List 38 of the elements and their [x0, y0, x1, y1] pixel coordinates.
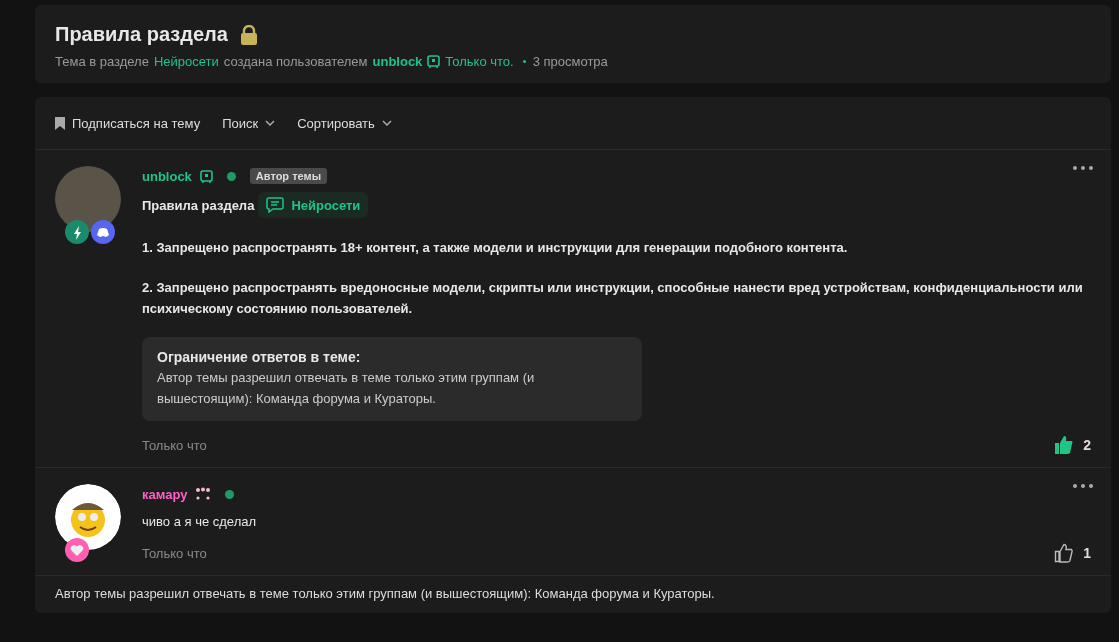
post-text: чиво а я че сделал [142, 514, 258, 529]
post-time: Только что [142, 437, 207, 453]
dropdown-button[interactable]: Сортировать [297, 115, 392, 131]
notice-title: Ограничение ответов в теме: [157, 349, 362, 365]
section-link[interactable]: Нейросети [153, 54, 219, 69]
meta-text: Тема в разделе [55, 54, 149, 69]
dropdown-button[interactable]: Поиск [222, 115, 276, 131]
like-count: 2 [1083, 437, 1091, 453]
robot-icon [199, 168, 213, 184]
username-link[interactable]: unblock [142, 168, 192, 184]
views-count: 3 просмотра [532, 54, 608, 69]
author-link[interactable]: unblock [372, 54, 423, 69]
thumbs-up-outline-icon[interactable] [1054, 543, 1075, 563]
notice-text: Автор темы разрешил отвечать в теме только этим группам (и вышестоящим): Команда форума и Кураторы. [157, 369, 536, 408]
dots-icon [195, 487, 212, 501]
bookmark-icon [55, 116, 65, 130]
smiley-avatar-icon[interactable] [55, 484, 121, 550]
chevron-down-icon [265, 120, 276, 126]
page-title: Правила раздела [55, 23, 228, 46]
time-link[interactable]: Только что. [445, 54, 514, 69]
chat-icon [266, 197, 285, 213]
reply-restriction-note: Автор темы разрешил отвечать в теме только этим группам (и вышестоящим): Команда форума и Кураторы. [54, 585, 716, 603]
lock-icon [239, 24, 258, 45]
more-options-icon[interactable] [1073, 484, 1093, 488]
robot-icon [427, 54, 441, 69]
chevron-down-icon [381, 120, 392, 126]
section-tag[interactable]: Нейросети [258, 192, 369, 218]
like-count: 1 [1083, 545, 1091, 561]
thread-title: Правила раздела [142, 197, 255, 213]
subscribe-button[interactable]: Подписаться на тему [55, 115, 201, 131]
meta-text: создана пользователем [223, 54, 368, 69]
rule-paragraph: 1. Запрещено распространять 18+ контент, а также модели и инструкции для генерации подобного контента. [142, 239, 849, 257]
username-link[interactable]: камару [142, 486, 188, 502]
post-time: Только что [142, 545, 207, 561]
author-badge: Автор темы [249, 168, 328, 184]
rule-paragraph: 2. Запрещено распространять вредоносные модели, скрипты или инструкции, способные нанести вред устройствам, конфиденциальности или психическому состоянию пользователей. [142, 279, 1084, 318]
thumbs-up-icon[interactable] [1054, 435, 1075, 455]
more-options-icon[interactable] [1073, 166, 1093, 170]
